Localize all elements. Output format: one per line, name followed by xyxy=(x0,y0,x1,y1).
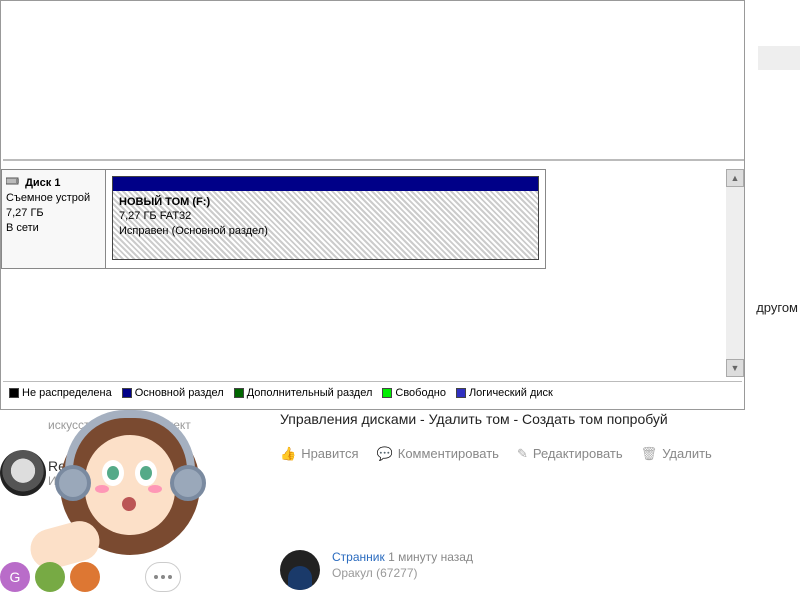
comment-avatar[interactable] xyxy=(280,550,320,590)
disk-label: Диск 1 xyxy=(25,176,60,191)
scroll-down-button[interactable]: ▼ xyxy=(726,359,744,377)
comment-icon: 💬 xyxy=(377,446,393,462)
comment-rank: Оракул (67277) xyxy=(332,566,473,580)
comment-meta: Странник 1 минуту назад xyxy=(332,550,473,564)
disk-info-panel[interactable]: Диск 1 Съемное устрой 7,27 ГБ В сети xyxy=(1,169,106,269)
partition-area: НОВЫЙ ТОМ (F:) 7,27 ГБ FAT32 Исправен (О… xyxy=(106,169,546,269)
pencil-icon: ✎ xyxy=(517,446,528,462)
post-body: Управления дисками - Удалить том - Созда… xyxy=(280,410,790,430)
volume-header-bar xyxy=(113,177,538,191)
trash-icon: 🗑 xyxy=(641,446,658,462)
thumbs-up-icon: 👍 xyxy=(280,446,296,462)
comment-button[interactable]: 💬 Комментировать xyxy=(377,446,499,462)
legend-logical: Логический диск xyxy=(456,387,553,399)
removable-disk-icon xyxy=(6,176,20,191)
volume-body: НОВЫЙ ТОМ (F:) 7,27 ГБ FAT32 Исправен (О… xyxy=(113,191,538,259)
legend-free: Свободно xyxy=(382,387,446,399)
partition-legend: Не распределена Основной раздел Дополнит… xyxy=(3,381,742,403)
side-text-fragment: другом xyxy=(756,300,798,315)
legend-unallocated: Не распределена xyxy=(9,387,112,399)
post-actions: 👍 Нравится 💬 Комментировать ✎ Редактиров… xyxy=(280,446,790,462)
delete-button[interactable]: 🗑 Удалить xyxy=(641,446,712,462)
sidebar-avatars: искусственный интеллект Red Искусственны… xyxy=(0,410,230,600)
disk-size: 7,27 ГБ xyxy=(6,207,44,219)
legend-extended: Дополнительный раздел xyxy=(234,387,373,399)
volume-details: 7,27 ГБ FAT32 xyxy=(119,209,532,223)
volume-name: НОВЫЙ ТОМ (F:) xyxy=(119,195,532,209)
user2-avatar[interactable] xyxy=(0,450,46,496)
legend-primary: Основной раздел xyxy=(122,387,224,399)
right-side-strip xyxy=(758,46,800,70)
disk-row: Диск 1 Съемное устрой 7,27 ГБ В сети НОВ… xyxy=(1,169,546,269)
badge-2[interactable] xyxy=(35,562,65,592)
volume-list-pane[interactable] xyxy=(3,1,744,161)
volume-block[interactable]: НОВЫЙ ТОМ (F:) 7,27 ГБ FAT32 Исправен (О… xyxy=(112,176,539,260)
scroll-up-button[interactable]: ▲ xyxy=(726,169,744,187)
like-button[interactable]: 👍 Нравится xyxy=(280,446,359,462)
comment-time: 1 минуту назад xyxy=(388,550,473,564)
post: Управления дисками - Удалить том - Созда… xyxy=(280,410,790,462)
volume-health: Исправен (Основной раздел) xyxy=(119,224,532,238)
vertical-scrollbar[interactable]: ▲ ▼ xyxy=(726,169,744,377)
comment-username[interactable]: Странник xyxy=(332,550,385,564)
edit-button[interactable]: ✎ Редактировать xyxy=(517,446,623,462)
disk-management-window: Диск 1 Съемное устрой 7,27 ГБ В сети НОВ… xyxy=(0,0,745,410)
disk-type: Съемное устрой xyxy=(6,192,90,204)
badge-g[interactable]: G xyxy=(0,562,30,592)
forum-area: искусственный интеллект Red Искусственны… xyxy=(0,410,800,600)
disk-status: В сети xyxy=(6,222,39,234)
more-button[interactable] xyxy=(145,562,181,592)
comment: Странник 1 минуту назад Оракул (67277) xyxy=(280,550,473,590)
badge-3[interactable] xyxy=(70,562,100,592)
